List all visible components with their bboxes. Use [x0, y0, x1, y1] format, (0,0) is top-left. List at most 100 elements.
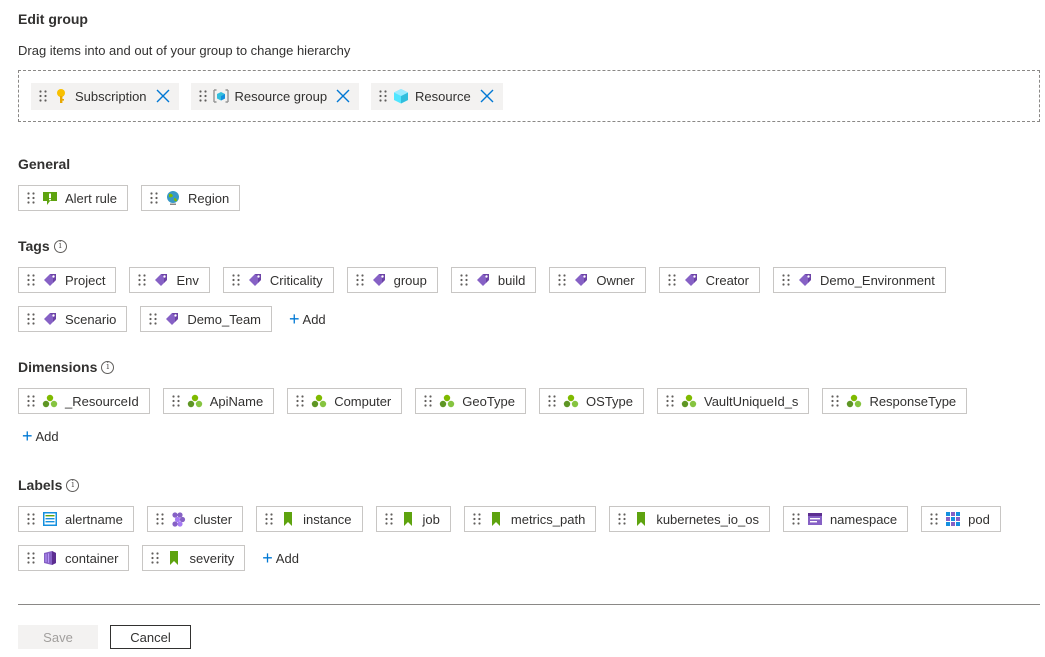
chip-tag-creator[interactable]: Creator: [658, 267, 760, 293]
chip-label-container[interactable]: container: [18, 545, 130, 571]
chip-label: cluster: [193, 511, 233, 527]
drag-handle-icon[interactable]: [379, 90, 387, 102]
drag-handle-icon[interactable]: [27, 313, 35, 325]
drag-handle-icon[interactable]: [198, 90, 207, 102]
chip-label-cluster[interactable]: cluster: [146, 506, 244, 532]
cancel-button[interactable]: Cancel: [110, 625, 191, 649]
drag-handle-icon[interactable]: [27, 513, 35, 525]
drag-handle-icon[interactable]: [831, 395, 840, 407]
drag-handle-icon[interactable]: [618, 513, 626, 525]
chip-dimension-vaultuniqueid[interactable]: VaultUniqueId_s: [657, 388, 810, 414]
drag-handle-icon[interactable]: [156, 513, 164, 525]
drag-handle-icon[interactable]: [27, 274, 35, 286]
save-button[interactable]: Save: [18, 625, 98, 649]
info-icon[interactable]: i: [101, 360, 115, 374]
drag-handle-icon[interactable]: [384, 513, 393, 525]
drag-handle-icon[interactable]: [265, 513, 273, 525]
plus-icon: +: [22, 426, 33, 446]
drag-handle-icon[interactable]: [424, 395, 432, 407]
chip-tag-demo-environment[interactable]: Demo_Environment: [772, 267, 946, 293]
chip-region[interactable]: Region: [141, 185, 241, 211]
remove-icon[interactable]: [335, 88, 351, 104]
chip-dimension-resourceid[interactable]: _ResourceId: [18, 388, 150, 414]
drag-handle-icon[interactable]: [668, 274, 676, 286]
dimension-icon: [42, 393, 58, 409]
drag-handle-icon[interactable]: [138, 274, 147, 286]
chip-label: GeoType: [462, 393, 516, 409]
chip-tag-project[interactable]: Project: [18, 267, 117, 293]
chip-tag-env[interactable]: Env: [129, 267, 210, 293]
drag-handle-icon[interactable]: [782, 274, 790, 286]
chip-label: build: [497, 272, 526, 288]
chip-dimension-ostype[interactable]: OSType: [539, 388, 644, 414]
drag-handle-icon[interactable]: [27, 395, 35, 407]
drag-handle-icon[interactable]: [150, 192, 158, 204]
section-title-text: Tags: [18, 238, 50, 254]
chip-label: group: [393, 272, 427, 288]
resource-group-icon: [212, 88, 229, 104]
chip-dimension-apiname[interactable]: ApiName: [162, 388, 275, 414]
drag-handle-icon[interactable]: [666, 395, 674, 407]
group-chip-resource[interactable]: Resource: [371, 82, 503, 110]
drag-handle-icon[interactable]: [548, 395, 556, 407]
chip-label-alertname[interactable]: alertname: [18, 506, 134, 532]
drag-handle-icon[interactable]: [473, 513, 481, 525]
drag-handle-icon[interactable]: [232, 274, 240, 286]
tag-icon: [797, 272, 813, 288]
drag-handle-icon[interactable]: [558, 274, 566, 286]
chip-label-namespace[interactable]: namespace: [782, 506, 909, 532]
drag-handle-icon[interactable]: [460, 274, 468, 286]
chip-label: ApiName: [209, 393, 264, 409]
chip-label: pod: [968, 511, 990, 527]
drag-handle-icon[interactable]: [151, 552, 160, 564]
info-icon[interactable]: i: [53, 239, 67, 253]
chip-alert-rule[interactable]: Alert rule: [18, 185, 129, 211]
drag-handle-icon[interactable]: [296, 395, 304, 407]
drag-handle-icon[interactable]: [39, 90, 47, 102]
add-dimension-button[interactable]: + Add: [18, 427, 63, 445]
chip-label-instance[interactable]: instance: [256, 506, 363, 532]
chip-label: Alert rule: [65, 190, 118, 206]
chip-tag-group[interactable]: group: [346, 267, 438, 293]
chip-tag-criticality[interactable]: Criticality: [222, 267, 334, 293]
chip-tag-build[interactable]: build: [450, 267, 537, 293]
dimension-icon: [681, 393, 697, 409]
chip-label-job[interactable]: job: [375, 506, 451, 532]
drag-handle-icon[interactable]: [792, 513, 800, 525]
chip-label-severity[interactable]: severity: [142, 545, 246, 571]
dimensions-add-row: + Add: [18, 427, 63, 445]
drag-handle-icon[interactable]: [930, 513, 938, 525]
chip-tag-owner[interactable]: Owner: [549, 267, 646, 293]
add-label: Add: [275, 550, 299, 566]
drag-handle-icon[interactable]: [149, 313, 157, 325]
drag-handle-icon[interactable]: [172, 395, 180, 407]
add-label-button[interactable]: + Add: [258, 549, 303, 567]
chip-label: severity: [189, 550, 235, 566]
drag-handle-icon[interactable]: [27, 192, 35, 204]
chip-label-pod[interactable]: pod: [921, 506, 1001, 532]
chip-label: metrics_path: [510, 511, 586, 527]
remove-icon[interactable]: [479, 88, 495, 104]
dimension-icon: [187, 393, 203, 409]
chip-label: Demo_Environment: [819, 272, 935, 288]
drag-handle-icon[interactable]: [356, 274, 364, 286]
group-chip-resource-group[interactable]: Resource group: [190, 82, 360, 110]
chip-dimension-responsetype[interactable]: ResponseType: [822, 388, 968, 414]
chip-dimension-computer[interactable]: Computer: [287, 388, 403, 414]
chip-tag-scenario[interactable]: Scenario: [18, 306, 128, 332]
add-tag-button[interactable]: + Add: [285, 310, 330, 328]
cube-icon: [393, 88, 409, 104]
chip-label-metrics-path[interactable]: metrics_path: [463, 506, 597, 532]
chip-label-kubernetes-io-os[interactable]: kubernetes_io_os: [609, 506, 770, 532]
remove-icon[interactable]: [155, 88, 171, 104]
chip-tag-demo-team[interactable]: Demo_Team: [140, 306, 273, 332]
chip-dimension-geotype[interactable]: GeoType: [415, 388, 527, 414]
bookmark-icon: [166, 550, 182, 566]
chip-label: ResponseType: [869, 393, 957, 409]
drag-handle-icon[interactable]: [27, 552, 35, 564]
dimension-icon: [311, 393, 327, 409]
info-icon[interactable]: i: [66, 478, 80, 492]
chip-label: Scenario: [65, 311, 117, 327]
group-chip-subscription[interactable]: Subscription: [31, 82, 179, 110]
group-dropzone[interactable]: Subscription Resource group Resource: [18, 70, 1040, 122]
